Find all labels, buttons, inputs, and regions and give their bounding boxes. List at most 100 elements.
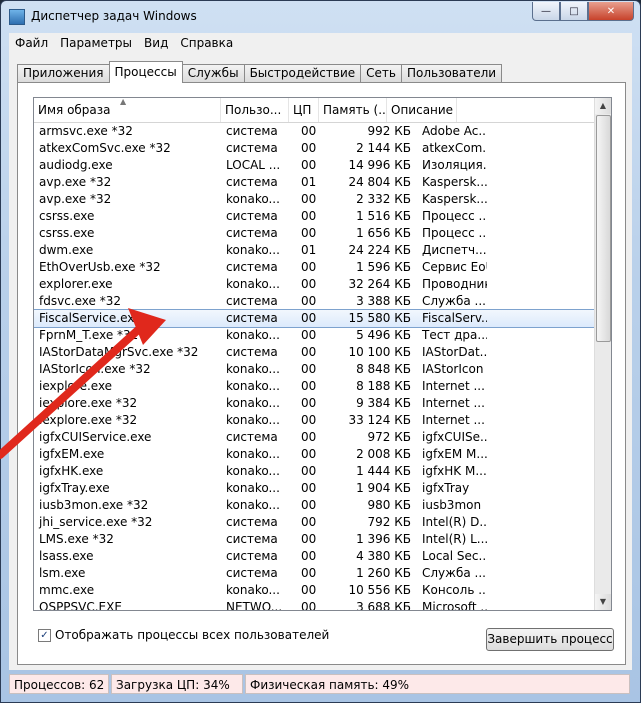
- table-row[interactable]: csrss.exe система 00 1 516 КБ Процесс ...: [34, 208, 594, 225]
- process-description-cell: iusb3mon: [422, 498, 482, 512]
- process-memory-cell: 10 100 КБ: [348, 345, 411, 359]
- table-row[interactable]: fdsvc.exe *32 система 00 3 388 КБ Служба ...: [34, 293, 594, 310]
- table-row[interactable]: igfxHK.exe konako... 00 1 444 КБ igfxHK M...: [34, 463, 594, 480]
- column-header-user[interactable]: Пользо...: [221, 98, 289, 122]
- tab-performance[interactable]: Быстродействие: [243, 64, 362, 82]
- table-row[interactable]: lsass.exe система 00 4 380 КБ Local Sec...: [34, 548, 594, 565]
- table-row[interactable]: IAStorIcon.exe *32 konako... 00 8 848 КБ IAS…: [34, 361, 594, 378]
- table-row[interactable]: EthOverUsb.exe *32 система 00 1 596 КБ Серви…: [34, 259, 594, 276]
- table-row[interactable]: igfxCUIService.exe система 00 972 КБ igfxCUI…: [34, 429, 594, 446]
- table-row[interactable]: iexplore.exe konako... 00 8 188 КБ Internet …: [34, 378, 594, 395]
- process-name-cell: jhi_service.exe *32: [39, 515, 153, 529]
- scroll-thumb[interactable]: [596, 115, 611, 342]
- process-cpu-cell: 00: [301, 396, 317, 410]
- column-header-description[interactable]: Описание: [387, 98, 457, 122]
- menu-view[interactable]: Вид: [138, 36, 174, 50]
- minimize-button[interactable]: —: [532, 2, 560, 21]
- sort-ascending-icon: ▲: [120, 98, 127, 106]
- process-memory-cell: 1 396 КБ: [356, 532, 411, 546]
- vertical-scrollbar[interactable]: ▲ ▼: [594, 98, 611, 610]
- show-all-users-checkbox[interactable]: ✓: [38, 628, 51, 642]
- process-list[interactable]: ▲ Имя образа Пользо... ЦП Память (... Оп…: [33, 97, 612, 611]
- table-row[interactable]: igfxTray.exe konako... 00 1 904 КБ igfxTray: [34, 480, 594, 497]
- table-row[interactable]: iusb3mon.exe *32 konako... 00 980 КБ iusb3mo…: [34, 497, 594, 514]
- process-description-cell: Диспетч...: [422, 243, 487, 257]
- table-row[interactable]: LMS.exe *32 система 00 1 396 КБ Intel(R) L..…: [34, 531, 594, 548]
- process-description-cell: Изоляция...: [422, 158, 487, 172]
- process-user-cell: система: [226, 175, 278, 189]
- scroll-up-button[interactable]: ▲: [595, 98, 611, 114]
- process-name-cell: atkexComSvc.exe *32: [39, 141, 171, 155]
- column-header-cpu[interactable]: ЦП: [289, 98, 319, 122]
- process-name-cell: igfxEM.exe: [39, 447, 105, 461]
- title-bar[interactable]: Диспетчер задач Windows — □ ✕: [1, 1, 640, 31]
- table-row[interactable]: armsvc.exe *32 система 00 992 КБ Adobe Ac...: [34, 123, 594, 140]
- process-description-cell: Сервис EoU: [422, 260, 487, 274]
- process-cpu-cell: 00: [301, 447, 317, 461]
- process-user-cell: система: [226, 294, 278, 308]
- table-row[interactable]: IAStorDataMgrSvc.exe *32 система 00 10 100 …: [34, 344, 594, 361]
- task-manager-icon: [9, 9, 25, 25]
- table-row[interactable]: FprnM_T.exe *32 konako... 00 5 496 КБ Тест д…: [34, 327, 594, 344]
- table-row[interactable]: avp.exe *32 система 01 24 804 КБ Kaspersk...: [34, 174, 594, 191]
- process-name-cell: lsm.exe: [39, 566, 86, 580]
- status-cpu-usage: Загрузка ЦП: 34%: [111, 674, 243, 694]
- process-memory-cell: 8 848 КБ: [356, 362, 411, 376]
- table-row[interactable]: FiscalService.exe система 00 15 580 КБ Fisca…: [34, 309, 595, 328]
- table-row[interactable]: lsm.exe система 00 1 260 КБ Служба ...: [34, 565, 594, 582]
- process-user-cell: konako...: [226, 243, 280, 257]
- process-user-cell: система: [226, 515, 278, 529]
- table-row[interactable]: OSPPSVC.EXE NETWO... 00 3 688 КБ Microsoft .…: [34, 599, 594, 611]
- status-bar: Процессов: 62 Загрузка ЦП: 34% Физическа…: [9, 674, 632, 694]
- menu-file[interactable]: Файл: [9, 36, 54, 50]
- table-row[interactable]: iexplore.exe *32 konako... 00 33 124 КБ Inte…: [34, 412, 594, 429]
- table-row[interactable]: atkexComSvc.exe *32 система 00 2 144 КБ atke…: [34, 140, 594, 157]
- process-cpu-cell: 00: [301, 277, 317, 291]
- process-name-cell: explorer.exe: [39, 277, 113, 291]
- table-row[interactable]: audiodg.exe LOCAL ... 00 14 996 КБ Изоляция.…: [34, 157, 594, 174]
- column-header-image-name[interactable]: ▲ Имя образа: [34, 98, 221, 122]
- table-row[interactable]: mmc.exe konako... 00 10 556 КБ Консоль ...: [34, 582, 594, 599]
- process-memory-cell: 32 264 КБ: [348, 277, 411, 291]
- process-user-cell: konako...: [226, 362, 280, 376]
- maximize-button[interactable]: □: [560, 2, 588, 21]
- tab-processes[interactable]: Процессы: [108, 61, 183, 83]
- tab-network[interactable]: Сеть: [360, 64, 402, 82]
- table-row[interactable]: jhi_service.exe *32 система 00 792 КБ Intel(…: [34, 514, 594, 531]
- process-memory-cell: 9 384 КБ: [356, 396, 411, 410]
- process-user-cell: система: [226, 124, 278, 138]
- window-title: Диспетчер задач Windows: [31, 9, 197, 23]
- column-header-memory[interactable]: Память (...: [319, 98, 387, 122]
- process-memory-cell: 1 904 КБ: [356, 481, 411, 495]
- processes-panel: ▲ Имя образа Пользо... ЦП Память (... Оп…: [17, 82, 626, 665]
- tab-services[interactable]: Службы: [181, 64, 245, 82]
- process-memory-cell: 1 516 КБ: [356, 209, 411, 223]
- process-memory-cell: 3 688 КБ: [356, 600, 411, 611]
- tab-applications[interactable]: Приложения: [17, 64, 110, 82]
- process-memory-cell: 2 144 КБ: [356, 141, 411, 155]
- table-row[interactable]: igfxEM.exe konako... 00 2 008 КБ igfxEM M...: [34, 446, 594, 463]
- menu-options[interactable]: Параметры: [54, 36, 138, 50]
- table-row[interactable]: avp.exe *32 konako... 00 2 332 КБ Kaspersk..…: [34, 191, 594, 208]
- process-memory-cell: 1 596 КБ: [356, 260, 411, 274]
- table-row[interactable]: csrss.exe система 00 1 656 КБ Процесс ...: [34, 225, 594, 242]
- end-process-button[interactable]: Завершить процесс: [486, 628, 614, 651]
- process-user-cell: konako...: [226, 379, 280, 393]
- tab-users[interactable]: Пользователи: [400, 64, 503, 82]
- process-memory-cell: 15 580 КБ: [348, 311, 411, 325]
- process-user-cell: система: [226, 566, 278, 580]
- menu-help[interactable]: Справка: [174, 36, 239, 50]
- status-physical-memory: Физическая память: 49%: [245, 674, 630, 694]
- close-button[interactable]: ✕: [588, 2, 634, 21]
- scroll-down-button[interactable]: ▼: [595, 594, 611, 610]
- table-row[interactable]: dwm.exe konako... 01 24 224 КБ Диспетч...: [34, 242, 594, 259]
- table-row[interactable]: iexplore.exe *32 konako... 00 9 384 КБ Inter…: [34, 395, 594, 412]
- window-body: Приложения Процессы Службы Быстродействи…: [9, 53, 632, 670]
- process-description-cell: Adobe Ac...: [422, 124, 487, 138]
- show-all-users-option[interactable]: ✓ Отображать процессы всех пользователей: [38, 628, 329, 642]
- process-description-cell: Internet ...: [422, 413, 485, 427]
- process-name-cell: iexplore.exe *32: [39, 396, 138, 410]
- process-user-cell: система: [226, 260, 278, 274]
- process-user-cell: система: [226, 226, 278, 240]
- table-row[interactable]: explorer.exe konako... 00 32 264 КБ Проводни…: [34, 276, 594, 293]
